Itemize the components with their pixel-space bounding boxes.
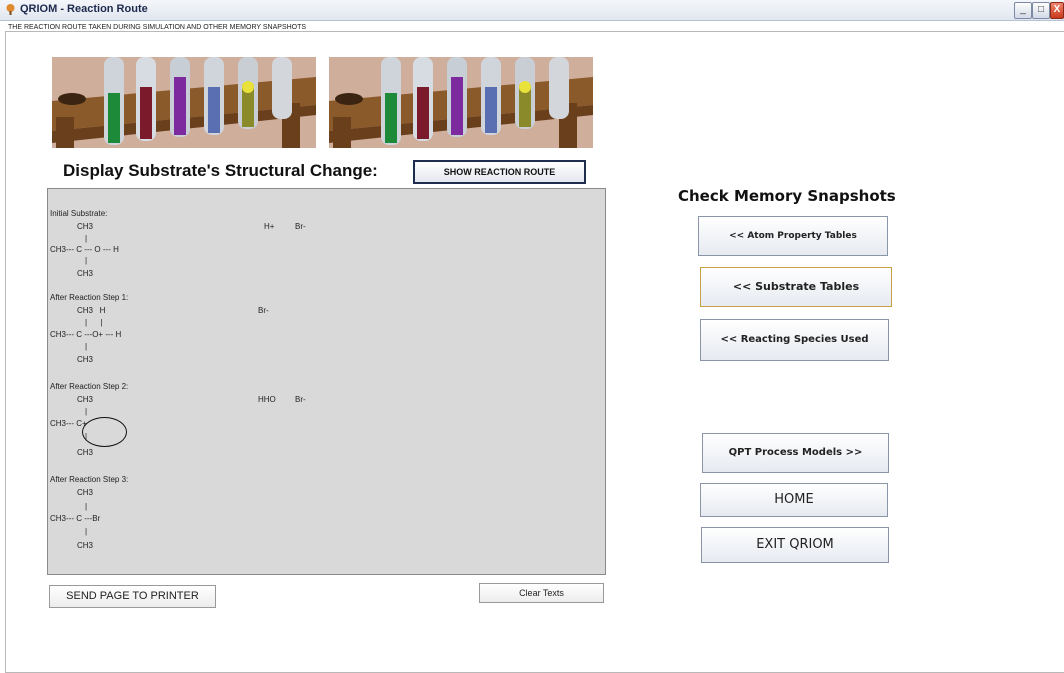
text-line: Br- [258, 306, 269, 315]
text-line: After Reaction Step 2: [50, 382, 129, 391]
atom-property-tables-button[interactable]: << Atom Property Tables [698, 216, 888, 256]
text-line: CH3--- C ---O+ --- H [50, 330, 122, 339]
text-line: | [85, 342, 88, 351]
structural-change-heading: Display Substrate's Structural Change: [63, 161, 378, 180]
carbocation-highlight-circle [82, 417, 127, 447]
exit-qriom-button[interactable]: EXIT QRIOM [701, 527, 889, 563]
text-line: Br- [295, 395, 306, 404]
text-line: CH3 [77, 355, 94, 364]
text-line: | [85, 256, 88, 265]
close-button[interactable]: X [1050, 2, 1064, 19]
text-line: CH3 [77, 395, 94, 404]
clear-texts-button[interactable]: Clear Texts [479, 583, 604, 603]
text-line: | [85, 234, 88, 243]
text-line: After Reaction Step 1: [50, 293, 129, 302]
memory-snapshots-heading: Check Memory Snapshots [678, 187, 896, 205]
text-line: HHO [258, 395, 276, 404]
reaction-route-textarea[interactable]: Initial Substrate: CH3 H+ Br- | CH3--- C… [47, 188, 606, 575]
text-line: | [85, 407, 88, 416]
maximize-button[interactable]: □ [1032, 2, 1050, 19]
reacting-species-used-button[interactable]: << Reacting Species Used [700, 319, 889, 361]
text-line: CH3 H [77, 306, 106, 315]
test-tube-rack-image [329, 57, 593, 148]
text-line: CH3 [77, 541, 94, 550]
text-line: CH3--- C ---Br [50, 514, 101, 523]
window-titlebar: QRIOM - Reaction Route _ □ X [0, 0, 1064, 21]
panel-caption: THE REACTION ROUTE TAKEN DURING SIMULATI… [6, 24, 309, 31]
text-line: After Reaction Step 3: [50, 475, 129, 484]
text-line: Initial Substrate: [50, 209, 108, 218]
show-reaction-route-button[interactable]: SHOW REACTION ROUTE [413, 160, 586, 184]
text-line: H+ [264, 222, 275, 231]
text-line: CH3--- C --- O --- H [50, 245, 119, 254]
send-page-to-printer-button[interactable]: SEND PAGE TO PRINTER [49, 585, 216, 608]
text-line: Br- [295, 222, 306, 231]
home-button[interactable]: HOME [700, 483, 888, 517]
text-line: CH3 [77, 269, 94, 278]
text-line: CH3 [77, 448, 94, 457]
qpt-process-models-button[interactable]: QPT Process Models >> [702, 433, 889, 473]
text-line: CH3 [77, 222, 94, 231]
app-icon [6, 4, 15, 15]
text-line: | [85, 502, 88, 511]
substrate-tables-button[interactable]: << Substrate Tables [700, 267, 892, 307]
text-line: | | [85, 318, 103, 327]
text-line: CH3--- C+ [50, 419, 87, 428]
minimize-button[interactable]: _ [1014, 2, 1032, 19]
test-tube-rack-image [52, 57, 316, 148]
window-title: QRIOM - Reaction Route [20, 3, 148, 15]
text-line: CH3 [77, 488, 94, 497]
text-line: | [85, 527, 88, 536]
